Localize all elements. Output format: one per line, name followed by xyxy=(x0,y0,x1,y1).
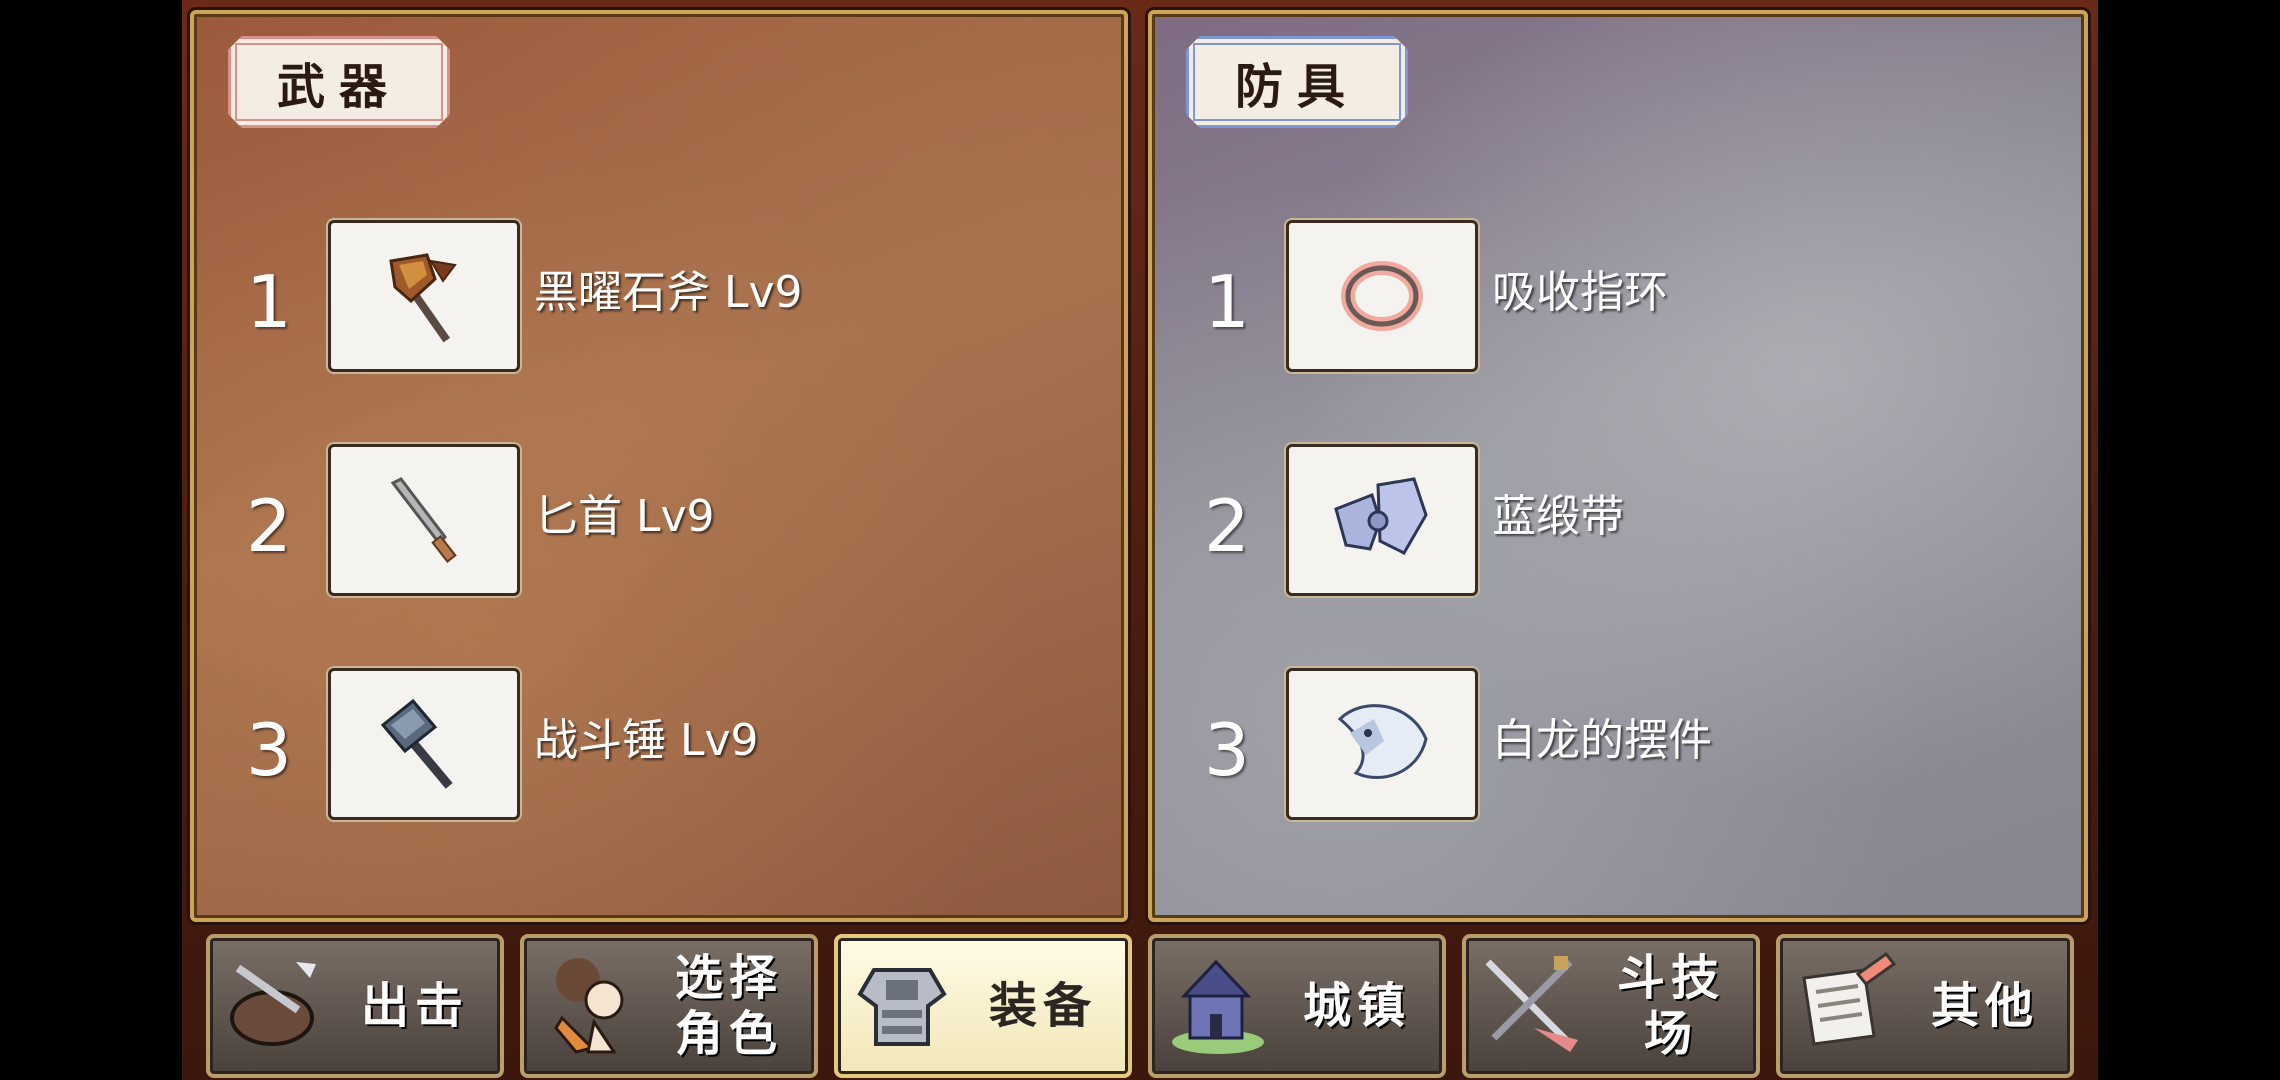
armor-slot-2[interactable]: 2 蓝缎带 xyxy=(1152,444,2084,596)
item-name: 吸收指环 xyxy=(1492,267,1668,318)
nav-other-button[interactable]: 其他 xyxy=(1776,934,2074,1078)
nav-arena-button[interactable]: 斗技场 xyxy=(1462,934,1760,1078)
item-icon-frame[interactable] xyxy=(328,668,520,820)
ribbon-icon xyxy=(1334,477,1428,555)
item-icon-frame[interactable] xyxy=(1286,444,1478,596)
nav-character-select-button[interactable]: 选择 角色 xyxy=(520,934,818,1078)
axe-icon xyxy=(389,253,457,343)
slot-number: 2 xyxy=(1204,484,1250,568)
weapons-panel: 武器 1 黑曜石斧 Lv9 2 匕首 Lv9 3 战斗锤 Lv9 xyxy=(190,10,1128,922)
slot-number: 3 xyxy=(246,708,292,792)
ring-icon xyxy=(1341,261,1423,331)
nav-town-button[interactable]: 城镇 xyxy=(1148,934,1446,1078)
nav-equipment-button[interactable]: 装备 xyxy=(834,934,1132,1078)
item-icon-frame[interactable] xyxy=(328,220,520,372)
other-icon xyxy=(1802,951,1897,1046)
armor-header: 防具 xyxy=(1186,36,1408,128)
item-name: 匕首 Lv9 xyxy=(534,491,715,542)
nav-label: 斗技场 xyxy=(1616,950,1725,1062)
nav-label: 选择 角色 xyxy=(674,950,783,1062)
sortie-icon xyxy=(230,962,316,1046)
slot-number: 2 xyxy=(246,484,292,568)
nav-label: 出击 xyxy=(360,978,469,1034)
dagger-icon xyxy=(390,477,457,563)
hammer-icon xyxy=(380,698,453,789)
weapon-slot-2[interactable]: 2 匕首 Lv9 xyxy=(194,444,1124,596)
weapons-header: 武器 xyxy=(228,36,450,128)
slot-number: 1 xyxy=(246,260,292,344)
item-icon-frame[interactable] xyxy=(1286,668,1478,820)
bottom-nav: 出击 选择 角色 装备 城镇 斗技场 其他 xyxy=(182,922,2098,1080)
armor-slot-1[interactable]: 1 吸收指环 xyxy=(1152,220,2084,372)
nav-label: 城镇 xyxy=(1302,978,1411,1034)
equipment-icon xyxy=(857,968,947,1046)
item-icon-frame[interactable] xyxy=(1286,220,1478,372)
slot-number: 1 xyxy=(1204,260,1250,344)
armor-slot-3[interactable]: 3 白龙的摆件 xyxy=(1152,668,2084,820)
nav-sortie-button[interactable]: 出击 xyxy=(206,934,504,1078)
item-icon-frame[interactable] xyxy=(328,444,520,596)
item-name: 白龙的摆件 xyxy=(1492,715,1712,766)
dragon-figurine-icon xyxy=(1337,704,1428,780)
nav-label: 其他 xyxy=(1930,978,2039,1034)
game-screen: 武器 1 黑曜石斧 Lv9 2 匕首 Lv9 3 战斗锤 Lv9 防具 1 吸收… xyxy=(182,0,2098,1080)
weapon-slot-3[interactable]: 3 战斗锤 Lv9 xyxy=(194,668,1124,820)
arena-icon xyxy=(1485,956,1578,1052)
weapon-slot-1[interactable]: 1 黑曜石斧 Lv9 xyxy=(194,220,1124,372)
slot-number: 3 xyxy=(1204,708,1250,792)
item-name: 黑曜石斧 Lv9 xyxy=(534,267,803,318)
item-name: 战斗锤 Lv9 xyxy=(534,715,759,766)
character-select-icon xyxy=(554,958,624,1054)
town-icon xyxy=(1172,959,1264,1054)
nav-label: 装备 xyxy=(988,978,1097,1034)
item-name: 蓝缎带 xyxy=(1492,491,1624,542)
armor-panel: 防具 1 吸收指环 2 蓝缎带 3 白龙的摆件 xyxy=(1148,10,2088,922)
